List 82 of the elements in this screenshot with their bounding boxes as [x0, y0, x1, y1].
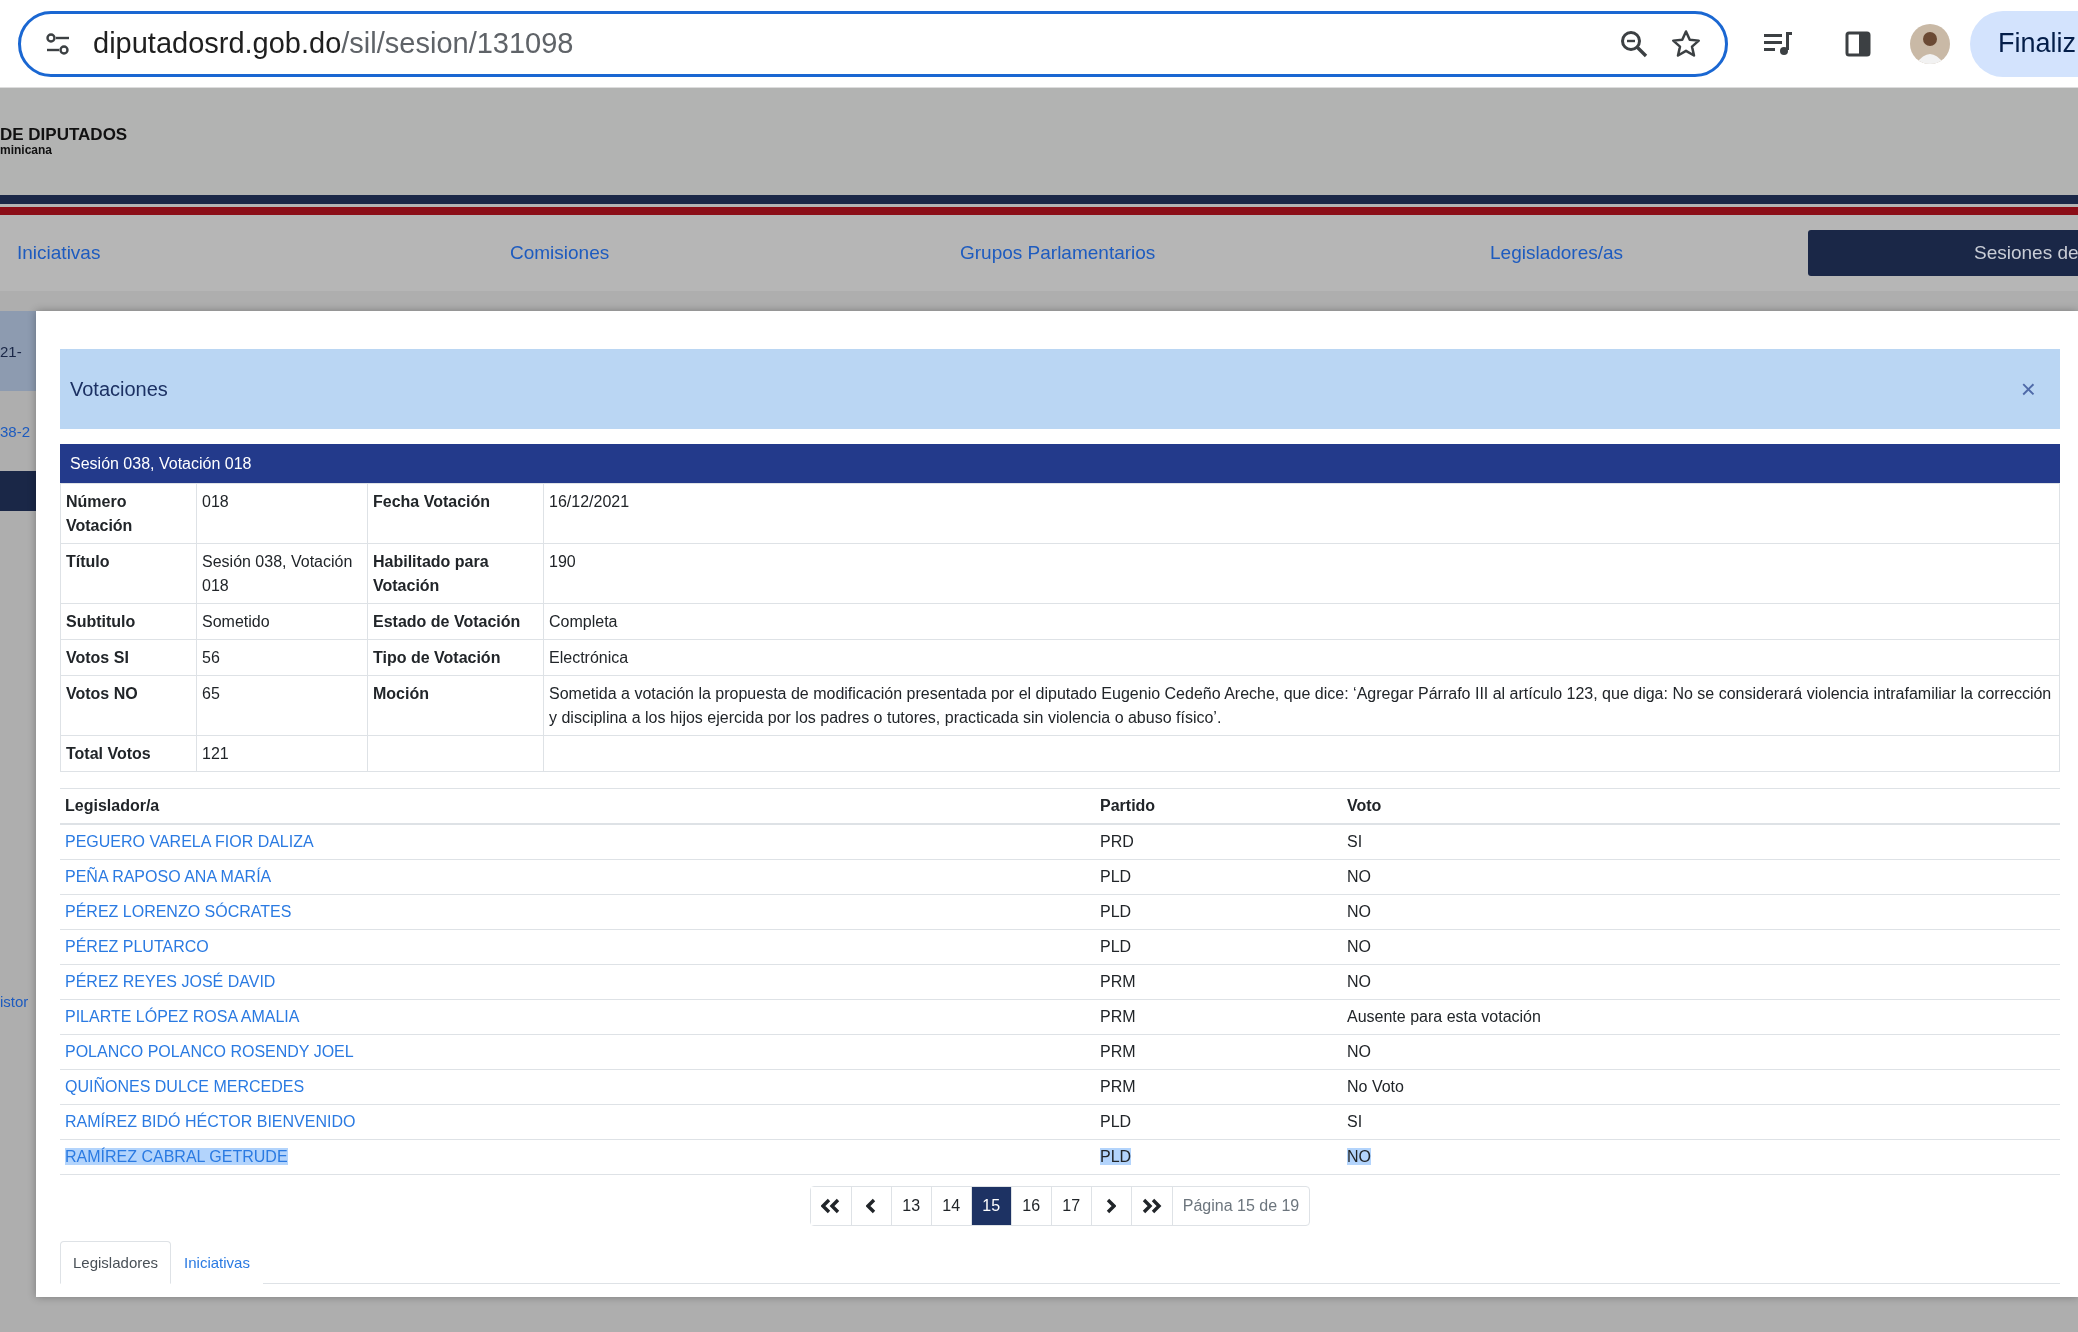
vote-text: No Voto [1347, 1078, 1404, 1095]
tune-icon [45, 32, 71, 55]
logo-subtitle: minicana [0, 144, 54, 157]
party-text: PLD [1100, 938, 1132, 955]
field-label: Subtitulo [60, 603, 197, 640]
field-value: Sometido [196, 603, 368, 640]
field-label: Votos NO [60, 675, 197, 736]
party-text: PRM [1100, 1078, 1136, 1095]
legislator-link[interactable]: RAMÍREZ BIDÓ HÉCTOR BIENVENIDO [65, 1113, 356, 1130]
party-text: PRM [1100, 1008, 1136, 1025]
vote-text: NO [1347, 973, 1371, 990]
field-value: 56 [196, 639, 368, 676]
chevron-right-icon [1106, 1197, 1117, 1215]
legislator-link[interactable]: PILARTE LÓPEZ ROSA AMALIA [65, 1008, 300, 1025]
column-header: Legislador/a [60, 788, 1095, 824]
legislator-link[interactable]: PÉREZ REYES JOSÉ DAVID [65, 973, 276, 990]
field-value: Electrónica [543, 639, 2060, 676]
field-value: 190 [543, 543, 2060, 604]
field-value: 16/12/2021 [543, 483, 2060, 544]
vote-text: NO [1347, 868, 1371, 885]
field-label: Título [60, 543, 197, 604]
field-label: Total Votos [60, 735, 197, 772]
nav-link[interactable]: Grupos Parlamentarios [960, 242, 1156, 264]
legislator-link[interactable]: POLANCO POLANCO ROSENDY JOEL [65, 1043, 354, 1060]
legislator-link[interactable]: RAMÍREZ CABRAL GETRUDE [65, 1148, 288, 1165]
vote-text: SI [1347, 833, 1363, 850]
field-label: Tipo de Votación [367, 639, 544, 676]
field-label: Moción [367, 675, 544, 736]
close-button[interactable]: × [2020, 373, 2036, 405]
dialog-title: Votaciones [70, 377, 168, 401]
field-label: Habilitado para Votación [367, 543, 544, 604]
nav-link[interactable]: Iniciativas [17, 242, 101, 264]
field-value: 65 [196, 675, 368, 736]
vote-text: NO [1347, 938, 1371, 955]
field-label: Número Votación [60, 483, 197, 544]
field-label: Votos SI [60, 639, 197, 676]
legislator-link[interactable]: PEÑA RAPOSO ANA MARÍA [65, 868, 272, 885]
vote-text: NO [1347, 903, 1371, 920]
page-info: Página 15 de 19 [1181, 1196, 1301, 1216]
party-text: PRM [1100, 973, 1136, 990]
column-header: Partido [1095, 788, 1342, 824]
party-text: PRD [1100, 833, 1134, 850]
tab[interactable]: Legisladores [60, 1241, 172, 1284]
vote-text: NO [1347, 1148, 1371, 1165]
column-header: Voto [1342, 788, 2060, 824]
field-value: 018 [196, 483, 368, 544]
legislator-link[interactable]: QUIÑONES DULCE MERCEDES [65, 1078, 305, 1095]
double-chevron-left-icon [820, 1197, 841, 1215]
party-text: PLD [1100, 868, 1132, 885]
field-label: Fecha Votación [367, 483, 544, 544]
page-button[interactable]: 15 [971, 1187, 1012, 1225]
star-icon[interactable] [1671, 28, 1701, 59]
background-bar [0, 471, 36, 511]
chevron-left-icon [866, 1197, 877, 1215]
vote-text: Ausente para esta votación [1347, 1008, 1541, 1025]
double-chevron-right-icon [1141, 1197, 1162, 1215]
party-text: PRM [1100, 1043, 1136, 1060]
nav-tab[interactable]: Sesiones de [1808, 230, 2078, 276]
logo-text: DE DIPUTADOS [0, 126, 129, 144]
vote-text: NO [1347, 1043, 1371, 1060]
field-label: Estado de Votación [367, 603, 544, 640]
field-value: 121 [196, 735, 368, 772]
field-value: Sesión 038, Votación 018 [196, 543, 368, 604]
legislator-link[interactable]: PÉREZ LORENZO SÓCRATES [65, 903, 292, 920]
legislator-link[interactable]: PÉREZ PLUTARCO [65, 938, 209, 955]
party-text: PLD [1100, 1113, 1132, 1130]
nav-link[interactable]: Legisladores/as [1490, 242, 1624, 264]
address-bar[interactable]: diputadosrd.gob.do/sil/sesion/131098 [18, 10, 1728, 77]
url-text: diputadosrd.gob.do/sil/sesion/131098 [93, 27, 575, 60]
field-value: Sometida a votación la propuesta de modificación presentada por el diputado Eugenio Cedeño Areche, que dice: ‘Agregar Párrafo III al artículo 123, que diga: No se considerará violencia intrafamiliar la corrección y disciplina a los hijos ejercida por los padres o tutores, practicada sin violencia o abuso físico’. [543, 675, 2060, 736]
avatar-icon[interactable] [1910, 23, 1950, 64]
nav-link[interactable]: Comisiones [510, 242, 610, 264]
party-text: PLD [1100, 903, 1132, 920]
background-text: 21- [0, 342, 22, 360]
vote-text: SI [1347, 1113, 1363, 1130]
search-icon[interactable] [1619, 28, 1649, 59]
legislator-link[interactable]: PEGUERO VARELA FIOR DALIZA [65, 833, 314, 850]
finish-button[interactable]: Finaliz [1970, 10, 2078, 77]
first-page-button[interactable] [810, 1187, 852, 1225]
session-title: Sesión 038, Votación 018 [60, 444, 2060, 483]
party-text: PLD [1100, 1148, 1132, 1165]
field-value: Completa [543, 603, 2060, 640]
